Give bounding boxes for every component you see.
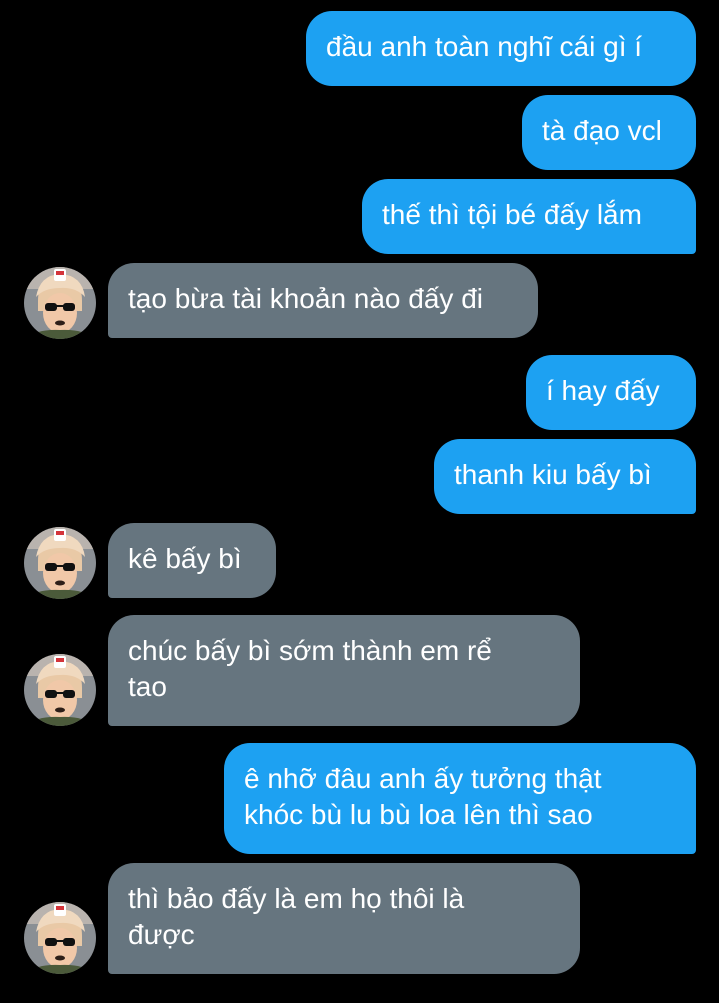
message-text-line: khóc bù lu bù loa lên thì sao [244,799,593,830]
message-text-line: ê nhỡ đâu anh ấy tưởng thật [244,763,602,794]
received-message[interactable]: tạo bừa tài khoản nào đấy đi [108,263,538,338]
received-message[interactable]: kê bấy bì [108,523,276,598]
message-text-line: thì bảo đấy là em họ thôi là [128,883,465,914]
contact-avatar-icon[interactable] [24,267,96,339]
message-text: thế thì tội bé đấy lắm [382,199,642,230]
message-text: tà đạo vcl [542,115,662,146]
sent-message[interactable]: thanh kiu bấy bì [434,439,696,514]
message-text-line: được [128,919,195,950]
message-text: í hay đấy [546,375,660,406]
received-message[interactable]: thì bảo đấy là em họ thôi là được [108,863,580,974]
message-text: tạo bừa tài khoản nào đấy đi [128,283,484,314]
sent-message[interactable]: đầu anh toàn nghĩ cái gì í [306,11,696,86]
sent-message[interactable]: ê nhỡ đâu anh ấy tưởng thật khóc bù lu b… [224,743,696,854]
avatar-photo-icon [24,527,96,599]
received-message[interactable]: chúc bấy bì sớm thành em rể tao [108,615,580,726]
contact-avatar-icon[interactable] [24,527,96,599]
message-text: đầu anh toàn nghĩ cái gì í [326,31,643,62]
avatar-photo-icon [24,902,96,974]
avatar-photo-icon [24,267,96,339]
sent-message[interactable]: tà đạo vcl [522,95,696,170]
message-text: kê bấy bì [128,543,242,574]
message-thread: đầu anh toàn nghĩ cái gì í tà đạo vcl th… [0,0,719,1003]
contact-avatar-icon[interactable] [24,902,96,974]
sent-message[interactable]: í hay đấy [526,355,696,430]
message-text: thanh kiu bấy bì [454,459,652,490]
message-text-line: chúc bấy bì sớm thành em rể [128,635,492,666]
contact-avatar-icon[interactable] [24,654,96,726]
avatar-photo-icon [24,654,96,726]
message-text-line: tao [128,671,167,702]
sent-message[interactable]: thế thì tội bé đấy lắm [362,179,696,254]
